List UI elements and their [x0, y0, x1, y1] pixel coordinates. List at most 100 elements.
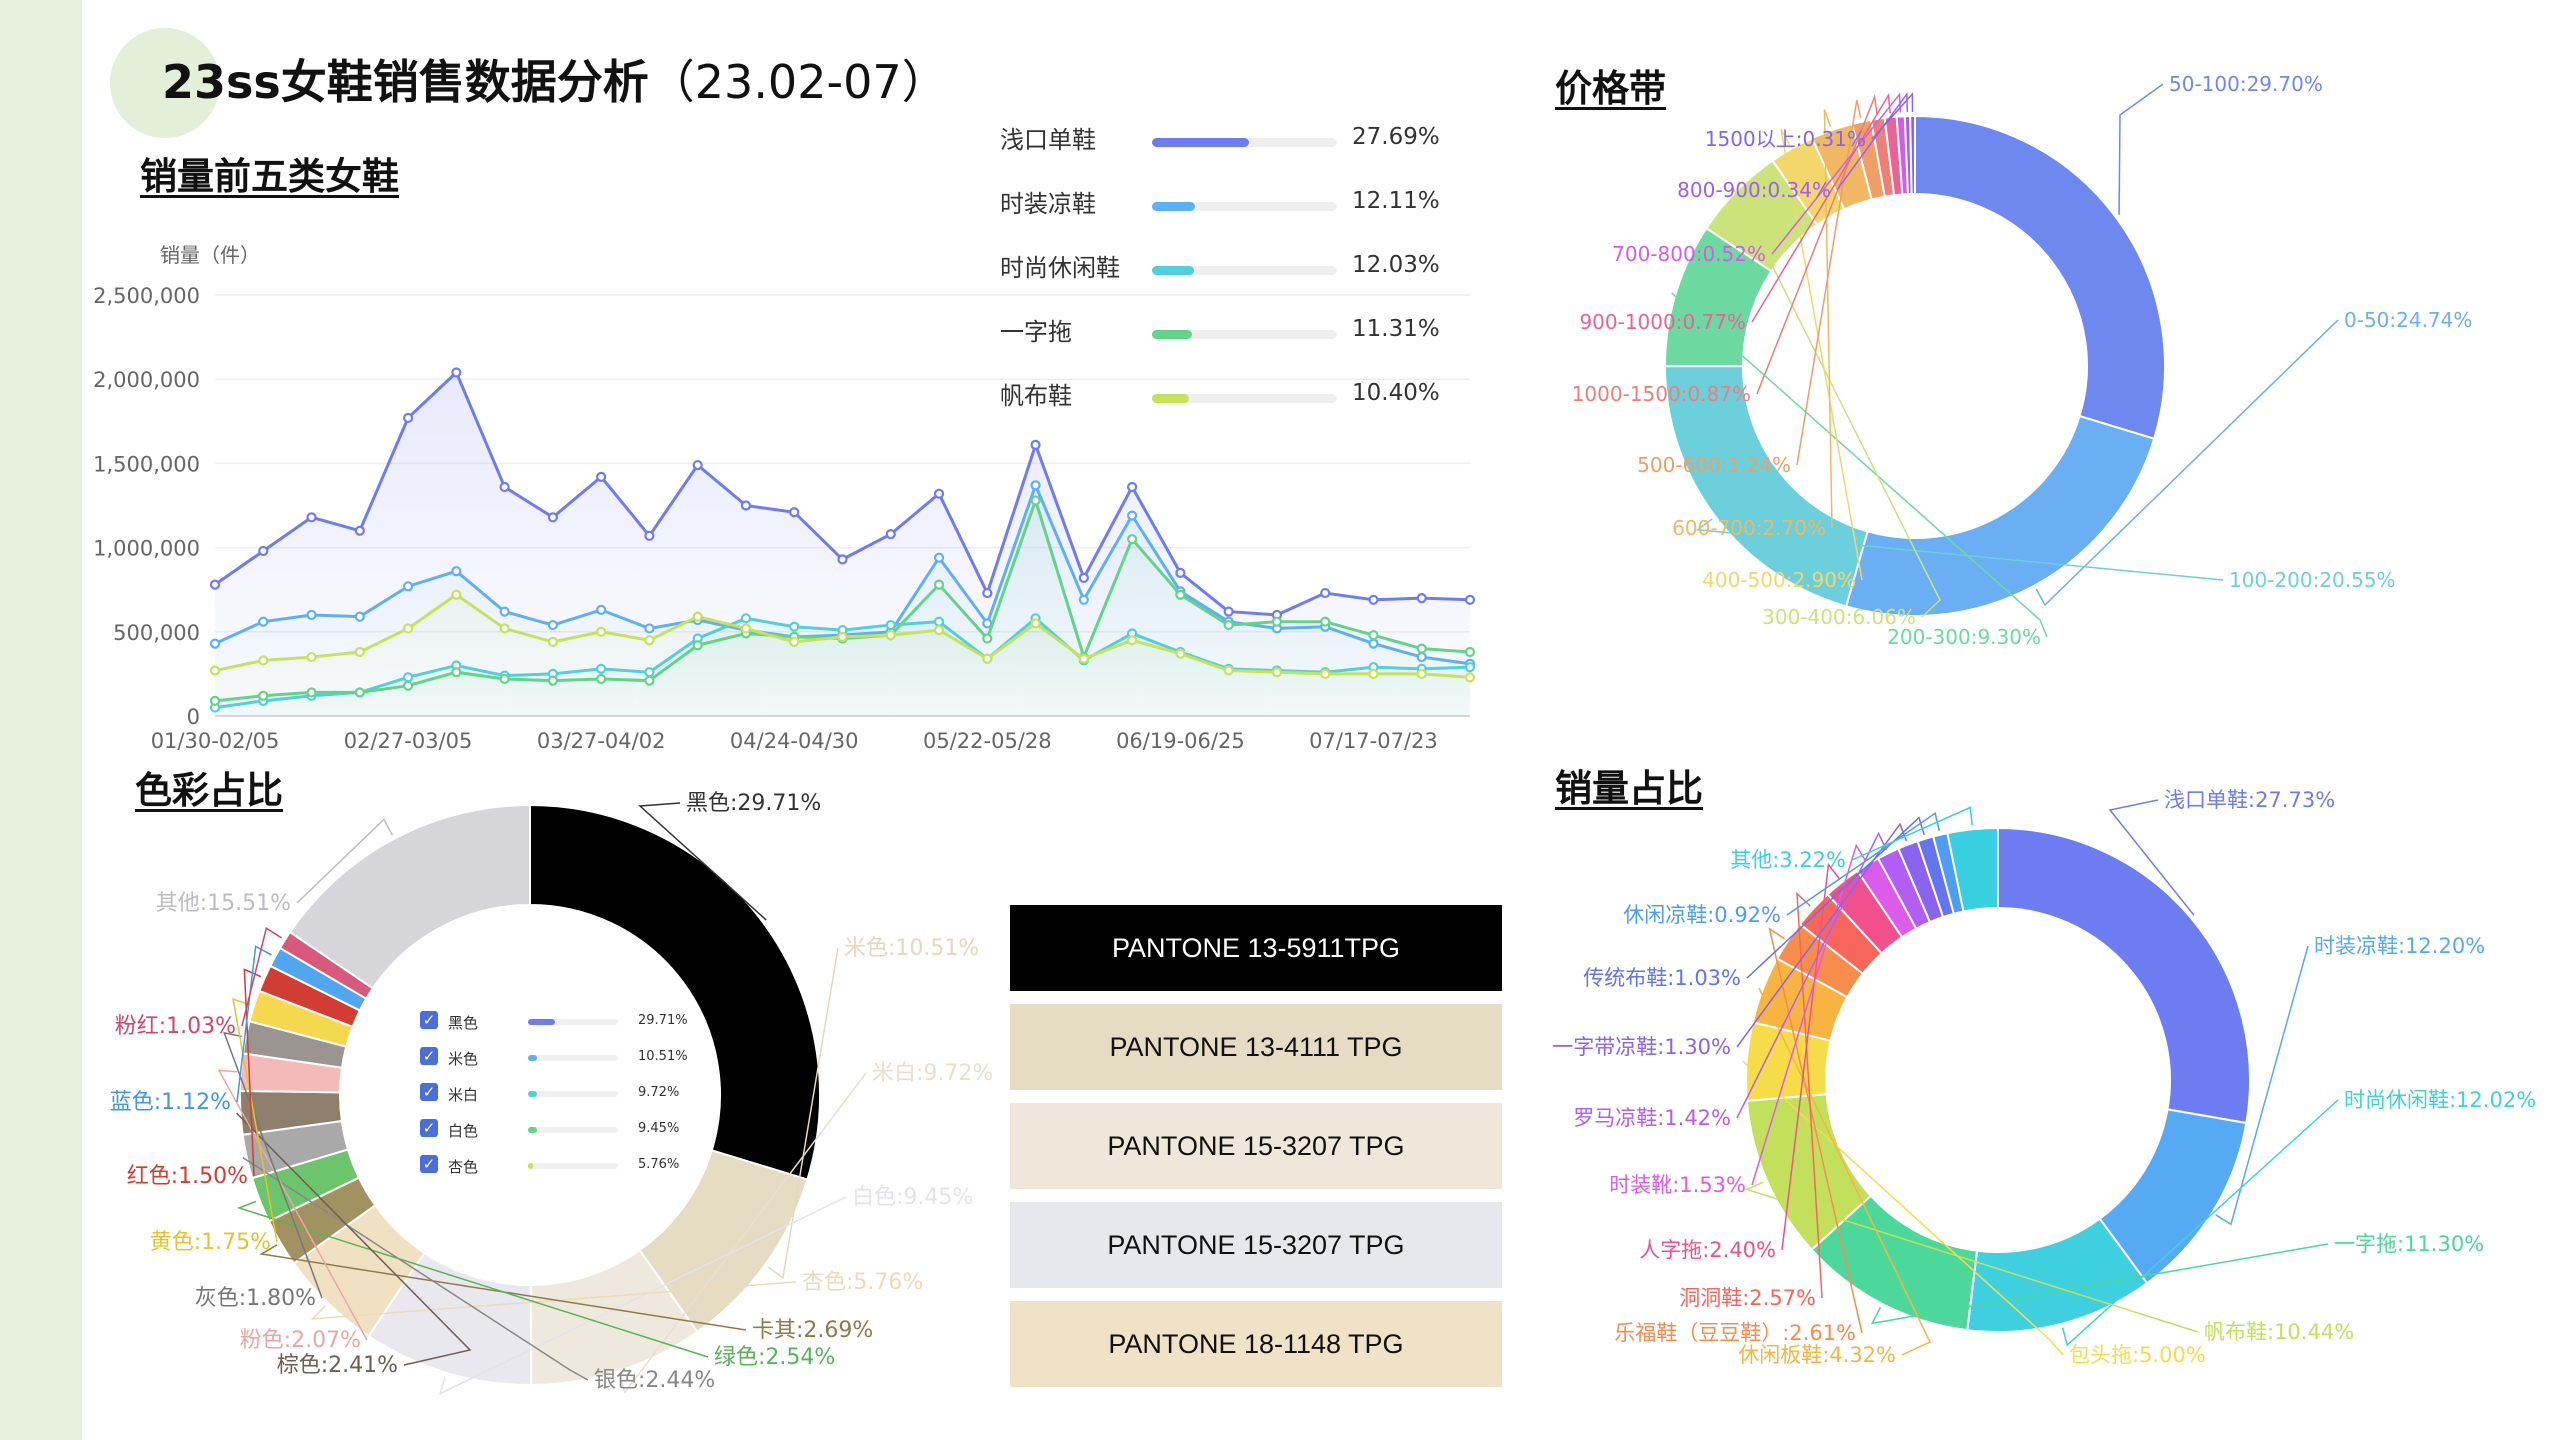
data-point[interactable]	[1464, 662, 1476, 673]
checkbox-checked-icon[interactable]: ✓	[420, 1155, 438, 1173]
data-point[interactable]	[1368, 638, 1379, 649]
data-point[interactable]	[1223, 619, 1234, 631]
data-point[interactable]	[306, 609, 317, 621]
data-point[interactable]	[885, 619, 896, 631]
data-point[interactable]	[209, 665, 221, 676]
data-point[interactable]	[1271, 616, 1283, 627]
data-point[interactable]	[1223, 606, 1234, 617]
data-point[interactable]	[789, 636, 800, 648]
data-point[interactable]	[1078, 594, 1089, 605]
color-legend-row[interactable]: ✓ 黑色 29.71%	[420, 1008, 700, 1036]
data-point[interactable]	[1030, 495, 1041, 506]
checkbox-checked-icon[interactable]: ✓	[420, 1119, 438, 1137]
data-point[interactable]	[1127, 481, 1138, 493]
legend-row[interactable]: 时尚休闲鞋 12.03%	[1000, 248, 1470, 282]
data-point[interactable]	[402, 672, 414, 683]
data-point[interactable]	[740, 623, 752, 634]
legend-row[interactable]: 浅口单鞋 27.69%	[1000, 120, 1470, 154]
color-legend-row[interactable]: ✓ 杏色 5.76%	[420, 1152, 700, 1180]
data-point[interactable]	[837, 554, 848, 565]
data-point[interactable]	[306, 512, 317, 523]
data-point[interactable]	[1368, 668, 1379, 680]
data-point[interactable]	[402, 412, 414, 424]
data-point[interactable]	[1416, 593, 1427, 604]
data-point[interactable]	[1127, 510, 1138, 521]
donut-slice[interactable]	[1914, 114, 2166, 441]
data-point[interactable]	[596, 663, 607, 674]
data-point[interactable]	[451, 566, 462, 577]
data-point[interactable]	[1127, 534, 1138, 545]
checkbox-checked-icon[interactable]: ✓	[420, 1047, 438, 1065]
data-point[interactable]	[258, 655, 269, 666]
data-point[interactable]	[1078, 653, 1089, 664]
data-point[interactable]	[209, 695, 221, 706]
data-point[interactable]	[1271, 667, 1283, 678]
data-point[interactable]	[1464, 594, 1476, 605]
data-point[interactable]	[1320, 616, 1331, 627]
data-point[interactable]	[209, 638, 221, 649]
data-point[interactable]	[789, 621, 800, 632]
checkbox-checked-icon[interactable]: ✓	[420, 1011, 438, 1029]
data-point[interactable]	[1175, 589, 1186, 600]
data-point[interactable]	[258, 616, 269, 627]
data-point[interactable]	[933, 552, 945, 563]
data-point[interactable]	[644, 530, 655, 541]
data-point[interactable]	[692, 459, 703, 471]
data-point[interactable]	[1464, 672, 1476, 683]
data-point[interactable]	[644, 623, 655, 634]
data-point[interactable]	[451, 367, 462, 378]
data-point[interactable]	[499, 623, 510, 634]
data-point[interactable]	[451, 589, 462, 600]
data-point[interactable]	[402, 581, 414, 592]
data-point[interactable]	[354, 646, 365, 658]
data-point[interactable]	[354, 687, 365, 698]
legend-row[interactable]: 时装凉鞋 12.11%	[1000, 184, 1470, 218]
data-point[interactable]	[885, 529, 896, 540]
data-point[interactable]	[306, 687, 317, 698]
data-point[interactable]	[982, 587, 993, 599]
data-point[interactable]	[258, 690, 269, 701]
data-point[interactable]	[1416, 668, 1427, 680]
donut-slice[interactable]	[1997, 826, 2251, 1125]
data-point[interactable]	[596, 626, 607, 637]
data-point[interactable]	[1464, 646, 1476, 658]
data-point[interactable]	[933, 625, 945, 636]
data-point[interactable]	[1175, 567, 1186, 578]
data-point[interactable]	[354, 525, 365, 536]
data-point[interactable]	[451, 667, 462, 678]
legend-row[interactable]: 帆布鞋 10.40%	[1000, 376, 1470, 410]
data-point[interactable]	[644, 635, 655, 646]
data-point[interactable]	[885, 630, 896, 641]
data-point[interactable]	[933, 488, 945, 499]
data-point[interactable]	[1368, 594, 1379, 605]
data-point[interactable]	[982, 633, 993, 644]
data-point[interactable]	[596, 673, 607, 685]
data-point[interactable]	[692, 640, 703, 651]
data-point[interactable]	[402, 680, 414, 691]
data-point[interactable]	[547, 636, 558, 648]
data-point[interactable]	[547, 512, 558, 523]
data-point[interactable]	[1320, 587, 1331, 599]
data-point[interactable]	[1078, 572, 1089, 584]
color-legend-row[interactable]: ✓ 白色 9.45%	[420, 1116, 700, 1144]
data-point[interactable]	[402, 623, 414, 634]
data-point[interactable]	[933, 579, 945, 590]
data-point[interactable]	[982, 653, 993, 664]
color-legend-row[interactable]: ✓ 米色 10.51%	[420, 1044, 700, 1072]
data-point[interactable]	[1030, 480, 1041, 491]
donut-slice[interactable]	[1909, 114, 1916, 196]
data-point[interactable]	[1368, 630, 1379, 641]
data-point[interactable]	[837, 631, 848, 642]
color-legend-row[interactable]: ✓ 米白 9.72%	[420, 1080, 700, 1108]
data-point[interactable]	[740, 500, 752, 511]
data-point[interactable]	[933, 616, 945, 627]
checkbox-checked-icon[interactable]: ✓	[420, 1083, 438, 1101]
data-point[interactable]	[499, 481, 510, 493]
data-point[interactable]	[1127, 635, 1138, 646]
data-point[interactable]	[499, 606, 510, 617]
data-point[interactable]	[1175, 648, 1186, 659]
data-point[interactable]	[596, 604, 607, 616]
legend-row[interactable]: 一字拖 11.31%	[1000, 312, 1470, 346]
data-point[interactable]	[789, 507, 800, 518]
data-point[interactable]	[596, 471, 607, 482]
